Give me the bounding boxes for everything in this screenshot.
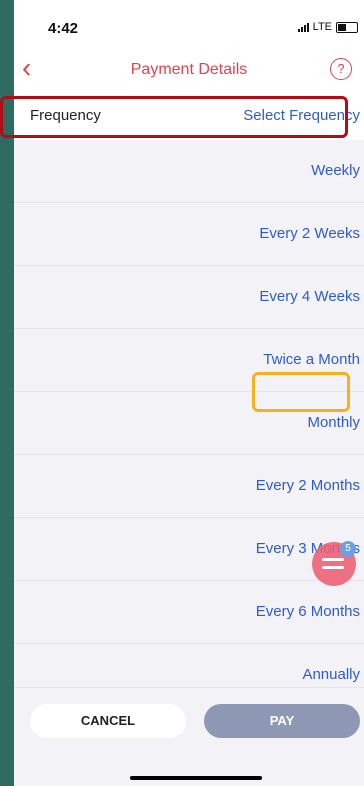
option-every-2-months[interactable]: Every 2 Months — [14, 455, 364, 518]
cancel-button[interactable]: CANCEL — [30, 704, 186, 738]
option-label: Every 2 Months — [255, 477, 360, 494]
network-label: LTE — [312, 21, 332, 33]
option-label: Every 2 Weeks — [259, 225, 360, 242]
home-indicator[interactable] — [130, 776, 262, 780]
phone-screen: 4:42 LTE ‹ Payment Details ? Frequency S… — [14, 0, 364, 786]
option-label: Every 6 Months — [255, 603, 360, 620]
signal-icon — [297, 22, 309, 32]
option-every-3-months[interactable]: Every 3 Months — [14, 518, 364, 581]
frequency-options-list: Weekly Every 2 Weeks Every 4 Weeks Twice… — [14, 140, 364, 706]
option-label: Weekly — [311, 162, 360, 179]
option-weekly[interactable]: Weekly — [14, 140, 364, 203]
chat-badge: 5 — [340, 541, 356, 557]
option-every-2-weeks[interactable]: Every 2 Weeks — [14, 203, 364, 266]
help-icon[interactable]: ? — [330, 58, 352, 80]
frequency-select[interactable]: Select Frequency — [243, 107, 360, 124]
option-label: Annually — [302, 666, 360, 683]
option-twice-a-month[interactable]: Twice a Month — [14, 329, 364, 392]
navigation-bar: ‹ Payment Details ? — [14, 52, 364, 90]
frequency-row[interactable]: Frequency Select Frequency — [14, 90, 364, 140]
action-footer: CANCEL PAY — [14, 687, 364, 786]
option-label: Monthly — [307, 414, 360, 431]
option-label: Twice a Month — [263, 351, 360, 368]
status-indicators: LTE — [297, 21, 358, 33]
option-every-4-weeks[interactable]: Every 4 Weeks — [14, 266, 364, 329]
battery-icon — [336, 21, 358, 33]
frequency-label: Frequency — [30, 107, 101, 124]
option-monthly[interactable]: Monthly — [14, 392, 364, 455]
pay-button[interactable]: PAY — [204, 704, 360, 738]
status-time: 4:42 — [48, 20, 79, 37]
status-bar: 4:42 LTE — [14, 0, 364, 52]
option-every-6-months[interactable]: Every 6 Months — [14, 581, 364, 644]
page-title: Payment Details — [130, 61, 248, 78]
option-label: Every 4 Weeks — [259, 288, 360, 305]
